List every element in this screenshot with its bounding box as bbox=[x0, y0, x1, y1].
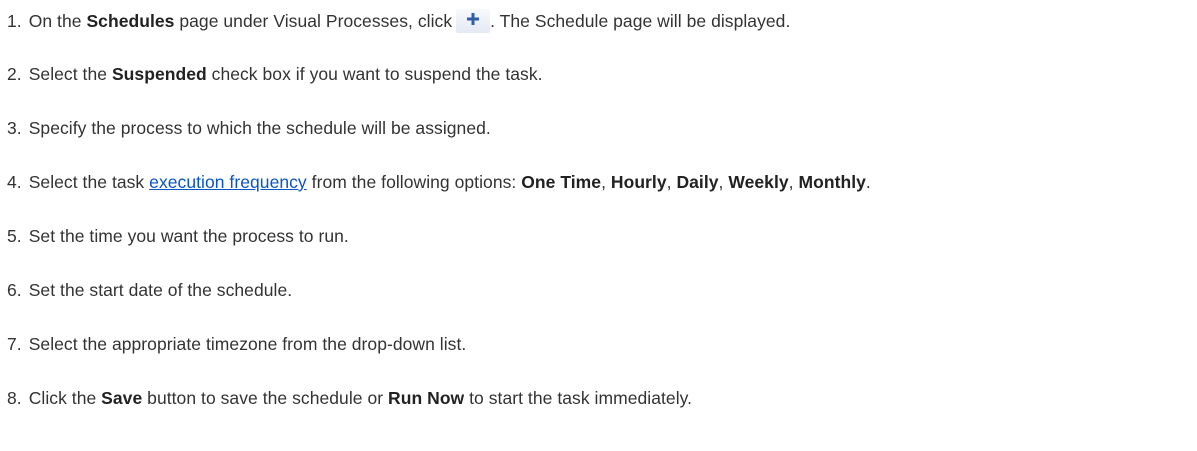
bold-term: Suspended bbox=[111, 64, 207, 84]
step-1: 1. On the Schedules page under Visual Pro… bbox=[7, 9, 790, 33]
bold-term: Daily bbox=[676, 172, 719, 192]
step-text: check box if you want to suspend the tas… bbox=[206, 64, 543, 84]
step-text: Select the bbox=[28, 64, 112, 84]
step-number: 1. bbox=[7, 11, 22, 31]
step-number: 5. bbox=[7, 226, 22, 246]
step-6: 6. Set the start date of the schedule. bbox=[7, 279, 292, 301]
plus-icon bbox=[456, 9, 491, 33]
step-text: to start the task immediately. bbox=[464, 388, 693, 408]
step-7: 7. Select the appropriate timezone from t… bbox=[7, 333, 466, 355]
step-number: 2. bbox=[7, 64, 22, 84]
step-5: 5. Set the time you want the process to r… bbox=[7, 225, 349, 247]
step-8: 8. Click the Save button to save the sche… bbox=[7, 387, 692, 409]
step-text: page under Visual Processes, click bbox=[174, 11, 453, 31]
step-text: . The Schedule page will be displayed. bbox=[490, 11, 791, 31]
step-number: 3. bbox=[7, 118, 22, 138]
step-text: , bbox=[788, 172, 799, 192]
bold-term: Schedules bbox=[86, 11, 175, 31]
step-text: Set the start date of the schedule. bbox=[28, 280, 293, 300]
step-text: Specify the process to which the schedul… bbox=[28, 118, 491, 138]
step-text: On the bbox=[28, 11, 87, 31]
step-2: 2. Select the Suspended check box if you … bbox=[7, 63, 543, 85]
step-text: . bbox=[865, 172, 871, 192]
bold-term: Save bbox=[101, 388, 143, 408]
bold-term: Monthly bbox=[798, 172, 866, 192]
step-text: Set the time you want the process to run… bbox=[28, 226, 349, 246]
bold-term: Hourly bbox=[610, 172, 667, 192]
step-text: Select the appropriate timezone from the… bbox=[28, 334, 467, 354]
step-text: Select the task bbox=[28, 172, 150, 192]
step-number: 8. bbox=[7, 388, 22, 408]
step-text: , bbox=[666, 172, 677, 192]
step-text: Click the bbox=[28, 388, 102, 408]
bold-term: One Time bbox=[521, 172, 602, 192]
execution-frequency-link[interactable]: execution frequency bbox=[149, 172, 307, 192]
step-text: from the following options: bbox=[306, 172, 522, 192]
step-number: 6. bbox=[7, 280, 22, 300]
step-number: 7. bbox=[7, 334, 22, 354]
step-3: 3. Specify the process to which the sched… bbox=[7, 117, 491, 139]
bold-term: Run Now bbox=[388, 388, 465, 408]
bold-term: Weekly bbox=[728, 172, 789, 192]
step-text: button to save the schedule or bbox=[142, 388, 389, 408]
step-4: 4. Select the task execution frequency fr… bbox=[7, 171, 871, 193]
step-number: 4. bbox=[7, 172, 22, 192]
step-text: , bbox=[601, 172, 611, 192]
step-text: , bbox=[718, 172, 729, 192]
